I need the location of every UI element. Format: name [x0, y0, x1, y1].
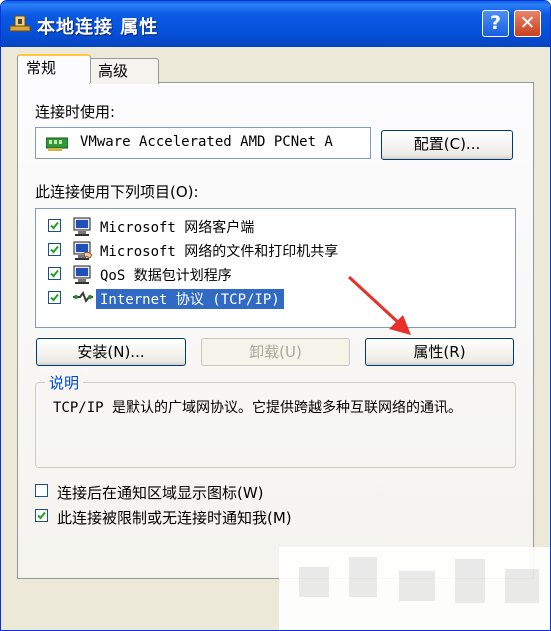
check-icon	[50, 221, 59, 230]
checkbox-network-client[interactable]	[48, 219, 61, 232]
checkbox-show-icon[interactable]	[35, 484, 48, 497]
list-item-file-printer-sharing[interactable]: Microsoft 网络的文件和打印机共享	[48, 239, 508, 263]
adapter-field: VMware Accelerated AMD PCNet A	[35, 127, 371, 159]
checkbox-qos-scheduler[interactable]	[48, 267, 61, 280]
file-printer-sharing-icon	[73, 241, 93, 260]
checkbox-notify[interactable]	[35, 509, 48, 522]
check-icon	[37, 511, 46, 520]
network-client-icon	[73, 217, 91, 236]
item-label: Microsoft 网络的文件和打印机共享	[100, 244, 339, 260]
checkbox-file-printer-sharing[interactable]	[48, 243, 61, 256]
description-label: 说明	[45, 372, 84, 393]
check-icon	[50, 245, 59, 254]
item-label: QoS 数据包计划程序	[100, 268, 232, 284]
checkbox-tcpip[interactable]	[48, 291, 61, 304]
option-label: 此连接被限制或无连接时通知我(M)	[57, 509, 292, 527]
network-adapter-icon	[46, 137, 68, 151]
item-label: Internet 协议 (TCP/IP)	[96, 289, 284, 309]
check-icon	[50, 269, 59, 278]
install-button[interactable]: 安装(N)...	[36, 338, 186, 366]
configure-button[interactable]: 配置(C)...	[381, 130, 513, 160]
properties-window: 本地连接 属性 ? ✕ 常规 高级 连接时使用: VMware Accelera…	[0, 0, 551, 631]
adapter-name: VMware Accelerated AMD PCNet A	[80, 134, 333, 150]
description-text: TCP/IP 是默认的广域网协议。它提供跨越多种互联网络的通讯。	[53, 400, 462, 416]
list-item-qos-scheduler[interactable]: QoS 数据包计划程序	[48, 263, 508, 287]
list-item-tcpip[interactable]: Internet 协议 (TCP/IP)	[48, 287, 508, 311]
connect-using-label: 连接时使用:	[35, 103, 116, 121]
protocol-icon	[73, 290, 93, 304]
option-label: 连接后在通知区域显示图标(W)	[57, 484, 264, 502]
list-item-network-client[interactable]: Microsoft 网络客户端	[48, 215, 508, 239]
uninstall-button[interactable]: 卸载(U)	[201, 338, 350, 366]
components-list[interactable]: Microsoft 网络客户端 Microsoft 网络的文件和打印机共享 Qo…	[35, 208, 516, 328]
annotation-arrow-icon	[347, 275, 411, 335]
watermark-blur	[279, 547, 550, 630]
components-label: 此连接使用下列项目(O):	[35, 183, 199, 201]
properties-button[interactable]: 属性(R)	[365, 338, 514, 366]
description-group	[35, 382, 516, 468]
qos-scheduler-icon	[73, 265, 91, 284]
check-icon	[50, 293, 59, 302]
item-label: Microsoft 网络客户端	[100, 220, 255, 236]
